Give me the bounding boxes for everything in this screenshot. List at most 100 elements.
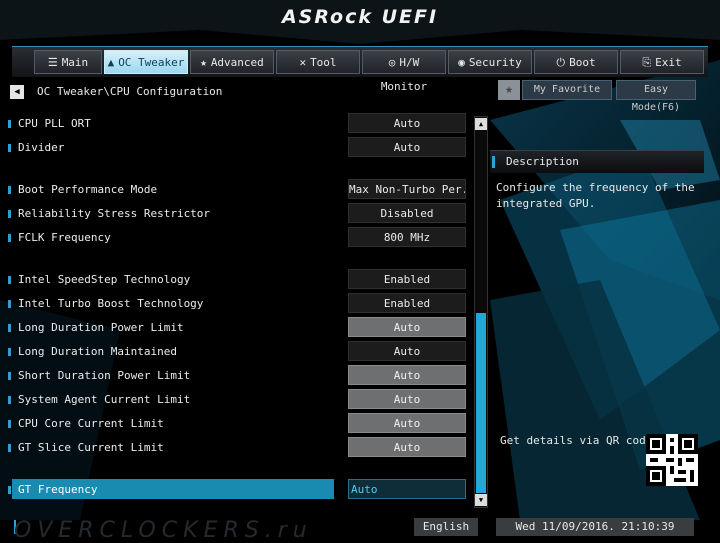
bullet-icon	[8, 324, 11, 332]
list-icon: ☰	[47, 56, 58, 69]
setting-label: GT Slice Current Limit	[18, 441, 164, 454]
tab-label: Tool	[310, 56, 337, 69]
setting-value[interactable]: Disabled	[348, 203, 466, 223]
brand-logo: ASRock UEFI	[281, 6, 439, 28]
setting-label: Intel SpeedStep Technology	[18, 273, 191, 286]
setting-row[interactable]: Intel SpeedStep Technology Enabled	[0, 269, 470, 291]
setting-row[interactable]: CPU Core Current Limit Auto	[0, 413, 470, 435]
setting-value[interactable]: Auto	[348, 413, 466, 433]
description-title: Description	[506, 155, 579, 168]
setting-value[interactable]: Max Non-Turbo Per...	[348, 179, 466, 199]
main-nav: ☰ Main ▲ OC Tweaker ★ Advanced ✕ Tool ◎ H/W M…	[12, 46, 708, 93]
setting-label: System Agent Current Limit	[18, 393, 191, 406]
tab-hw-monitor[interactable]: ◎ H/W Monitor	[362, 50, 446, 93]
setting-row[interactable]: CPU PLL ORT Auto	[0, 113, 470, 135]
tab-label: OC Tweaker	[118, 56, 185, 69]
tab-boot[interactable]: ⏻ Boot	[534, 50, 618, 74]
bullet-icon	[8, 444, 11, 452]
tab-oc-tweaker[interactable]: ▲ OC Tweaker	[104, 50, 188, 74]
setting-value[interactable]: Auto	[348, 113, 466, 133]
scroll-up-icon[interactable]: ▲	[475, 118, 487, 130]
tab-main[interactable]: ☰ Main	[34, 50, 102, 74]
bullet-icon	[8, 186, 11, 194]
setting-row[interactable]: Divider Auto	[0, 137, 470, 159]
setting-label: CPU PLL ORT	[18, 117, 91, 130]
description-text: Configure the frequency of the integrate…	[496, 181, 695, 210]
bullet-icon	[8, 348, 11, 356]
bullet-icon	[492, 156, 495, 168]
tab-security[interactable]: ◉ Security	[448, 50, 532, 74]
tab-tool[interactable]: ✕ Tool	[276, 50, 360, 74]
setting-row[interactable]: Long Duration Power Limit Auto	[0, 317, 470, 339]
scroll-down-icon[interactable]: ▼	[475, 494, 487, 506]
tools-icon: ✕	[299, 56, 307, 69]
setting-value[interactable]: Auto	[348, 341, 466, 361]
qr-code-icon	[646, 434, 698, 486]
monitor-icon: ◎	[388, 56, 396, 69]
bullet-icon	[8, 210, 11, 218]
bullet-icon	[8, 120, 11, 128]
bullet-icon	[8, 396, 11, 404]
flame-icon: ▲	[107, 56, 115, 69]
favorite-star-icon[interactable]: ★	[498, 80, 520, 100]
setting-label: GT Frequency	[18, 483, 98, 496]
tab-exit[interactable]: ⎘ Exit	[620, 50, 704, 74]
setting-value[interactable]: Auto	[348, 389, 466, 409]
setting-row[interactable]: Reliability Stress Restrictor Disabled	[0, 203, 470, 225]
sub-toolbar: ◀ OC Tweaker\CPU Configuration ★ My Favo…	[0, 80, 720, 113]
setting-label: Long Duration Maintained	[18, 345, 177, 358]
setting-value[interactable]: Enabled	[348, 293, 466, 313]
bullet-icon	[8, 300, 11, 308]
setting-row[interactable]: System Agent Current Limit Auto	[0, 389, 470, 411]
footer: OVERCLOCKERS.ru English Wed 11/09/2016. …	[0, 512, 720, 543]
setting-row[interactable]: GT Slice Current Limit Auto	[0, 437, 470, 459]
exit-icon: ⎘	[642, 56, 652, 69]
setting-row[interactable]: Short Duration Power Limit Auto	[0, 365, 470, 387]
setting-value[interactable]: Auto	[348, 365, 466, 385]
qr-label: Get details via QR code	[500, 434, 653, 447]
my-favorite-button[interactable]: My Favorite	[522, 80, 612, 100]
breadcrumb: OC Tweaker\CPU Configuration	[37, 85, 223, 98]
scroll-thumb[interactable]	[476, 313, 486, 493]
header: ASRock UEFI	[0, 0, 720, 46]
tab-label: Exit	[655, 56, 682, 69]
power-icon: ⏻	[556, 56, 566, 69]
bullet-icon	[8, 234, 11, 242]
setting-row[interactable]: Long Duration Maintained Auto	[0, 341, 470, 363]
setting-row[interactable]: Boot Performance Mode Max Non-Turbo Per.…	[0, 179, 470, 201]
scrollbar[interactable]: ▲ ▼	[474, 116, 488, 508]
setting-label: FCLK Frequency	[18, 231, 111, 244]
back-arrow-icon[interactable]: ◀	[10, 85, 24, 99]
setting-value-input[interactable]: Auto	[348, 479, 466, 499]
shield-icon: ◉	[458, 56, 465, 69]
setting-row[interactable]: FCLK Frequency 800 MHz	[0, 227, 470, 249]
tab-label: Boot	[569, 56, 596, 69]
setting-value[interactable]: Auto	[348, 437, 466, 457]
bullet-icon	[8, 372, 11, 380]
setting-label: Intel Turbo Boost Technology	[18, 297, 204, 310]
setting-label: CPU Core Current Limit	[18, 417, 164, 430]
setting-value[interactable]: Enabled	[348, 269, 466, 289]
tab-label: Advanced	[210, 56, 264, 69]
tab-advanced[interactable]: ★ Advanced	[190, 50, 274, 74]
tab-label: Main	[61, 56, 89, 69]
setting-value[interactable]: 800 MHz	[348, 227, 466, 247]
setting-row[interactable]: Intel Turbo Boost Technology Enabled	[0, 293, 470, 315]
setting-row-selected[interactable]: GT Frequency Auto	[0, 479, 470, 501]
description-header: Description	[490, 150, 704, 173]
tab-label: Security	[468, 56, 522, 69]
datetime: Wed 11/09/2016. 21:10:39	[496, 518, 694, 536]
bullet-icon	[8, 420, 11, 428]
setting-value[interactable]: Auto	[348, 317, 466, 337]
language-button[interactable]: English	[414, 518, 478, 536]
easy-mode-button[interactable]: Easy Mode(F6)	[616, 80, 696, 113]
bullet-icon	[8, 144, 11, 152]
setting-label: Boot Performance Mode	[18, 183, 158, 196]
watermark: OVERCLOCKERS.ru	[14, 518, 313, 543]
bullet-icon	[8, 486, 11, 494]
star-icon: ★	[200, 56, 207, 69]
setting-value[interactable]: Auto	[348, 137, 466, 157]
setting-label: Short Duration Power Limit	[18, 369, 191, 382]
setting-label: Divider	[18, 141, 65, 154]
bullet-icon	[8, 276, 11, 284]
